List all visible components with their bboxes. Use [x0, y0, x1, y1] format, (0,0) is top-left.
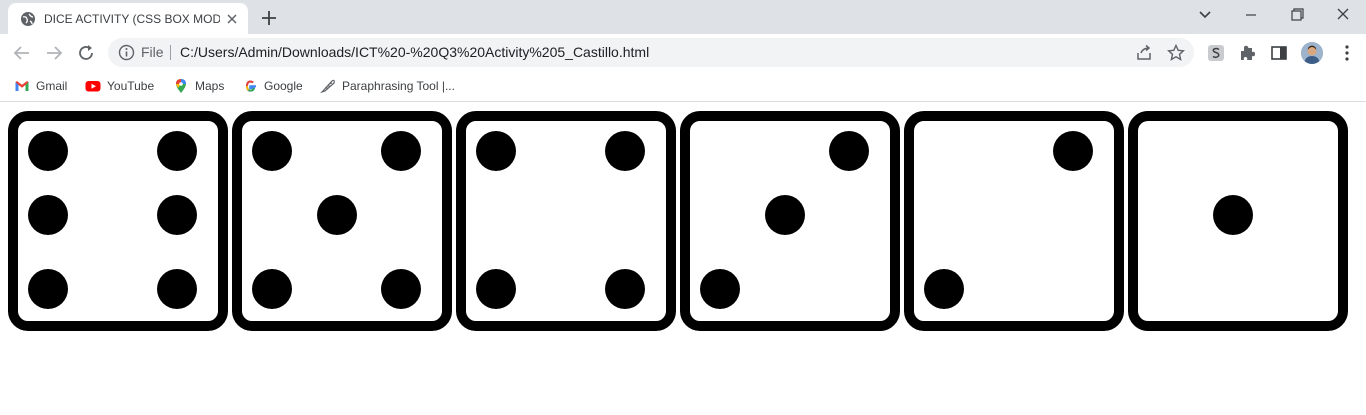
forward-arrow-icon[interactable]: [43, 42, 65, 64]
extension-s-icon[interactable]: [1206, 43, 1226, 63]
die-pip: [476, 269, 516, 309]
die-pip: [317, 195, 357, 235]
die-two: [904, 111, 1124, 331]
die-pip: [924, 269, 964, 309]
profile-avatar[interactable]: [1301, 42, 1323, 64]
die-pip: [381, 269, 421, 309]
die-pip: [476, 131, 516, 171]
die-pip: [157, 269, 197, 309]
gmail-icon: [15, 81, 29, 91]
bookmark-label: Google: [264, 79, 303, 93]
die-pip: [28, 195, 68, 235]
die-pip: [157, 195, 197, 235]
die-six: [8, 111, 228, 331]
browser-tab[interactable]: DICE ACTIVITY (CSS BOX MODEL): [8, 3, 248, 34]
globe-icon: [21, 12, 35, 26]
bookmark-label: Paraphrasing Tool |...: [342, 79, 455, 93]
back-arrow-icon[interactable]: [11, 42, 33, 64]
die-pip: [157, 131, 197, 171]
die-pip: [252, 131, 292, 171]
address-bar[interactable]: File C:/Users/Admin/Downloads/ICT%20-%20…: [108, 38, 1194, 67]
profile-photo-icon: [1301, 42, 1323, 64]
bookmark-label: YouTube: [107, 79, 155, 93]
maps-icon: [176, 79, 186, 93]
share-icon[interactable]: [1135, 44, 1153, 62]
bookmarks-bar: Gmail YouTube Maps Google Paraphrasing T…: [0, 71, 1366, 102]
die-one: [1128, 111, 1348, 331]
die-four: [456, 111, 676, 331]
extensions-puzzle-icon[interactable]: [1238, 43, 1258, 63]
die-five: [232, 111, 452, 331]
side-panel-icon[interactable]: [1269, 43, 1289, 63]
bookmark-label: Maps: [195, 79, 225, 93]
die-pip: [1053, 131, 1093, 171]
browser-toolbar: File C:/Users/Admin/Downloads/ICT%20-%20…: [0, 34, 1366, 71]
url-text[interactable]: C:/Users/Admin/Downloads/ICT%20-%20Q3%20…: [180, 44, 649, 61]
reload-icon[interactable]: [75, 42, 97, 64]
info-icon[interactable]: [118, 44, 135, 61]
browser-menu-kebab-icon[interactable]: [1337, 43, 1357, 63]
restore-icon[interactable]: [1285, 4, 1309, 26]
browser-title-bar: DICE ACTIVITY (CSS BOX MODEL): [0, 0, 1366, 34]
google-icon: [245, 80, 256, 92]
url-scheme-chip[interactable]: File: [141, 44, 164, 61]
die-three: [680, 111, 900, 331]
die-pip: [829, 131, 869, 171]
bookmark-label: Gmail: [36, 79, 68, 93]
close-window-icon[interactable]: [1331, 4, 1355, 26]
page-content: [0, 103, 1366, 415]
tab-title: DICE ACTIVITY (CSS BOX MODEL): [44, 12, 220, 26]
die-pip: [1213, 195, 1253, 235]
tab-search-chevron-icon[interactable]: [1193, 4, 1217, 26]
url-separator: [170, 45, 171, 60]
die-pip: [28, 131, 68, 171]
die-pip: [765, 195, 805, 235]
die-pip: [605, 131, 645, 171]
bookmark-star-icon[interactable]: [1167, 44, 1185, 62]
close-tab-icon[interactable]: [224, 11, 240, 27]
die-pip: [28, 269, 68, 309]
die-pip: [252, 269, 292, 309]
die-pip: [700, 269, 740, 309]
new-tab-plus-icon[interactable]: [259, 8, 279, 28]
die-pip: [605, 269, 645, 309]
minimize-icon[interactable]: [1239, 4, 1263, 26]
die-pip: [381, 131, 421, 171]
youtube-icon: [85, 81, 101, 92]
quill-icon: [320, 79, 335, 94]
